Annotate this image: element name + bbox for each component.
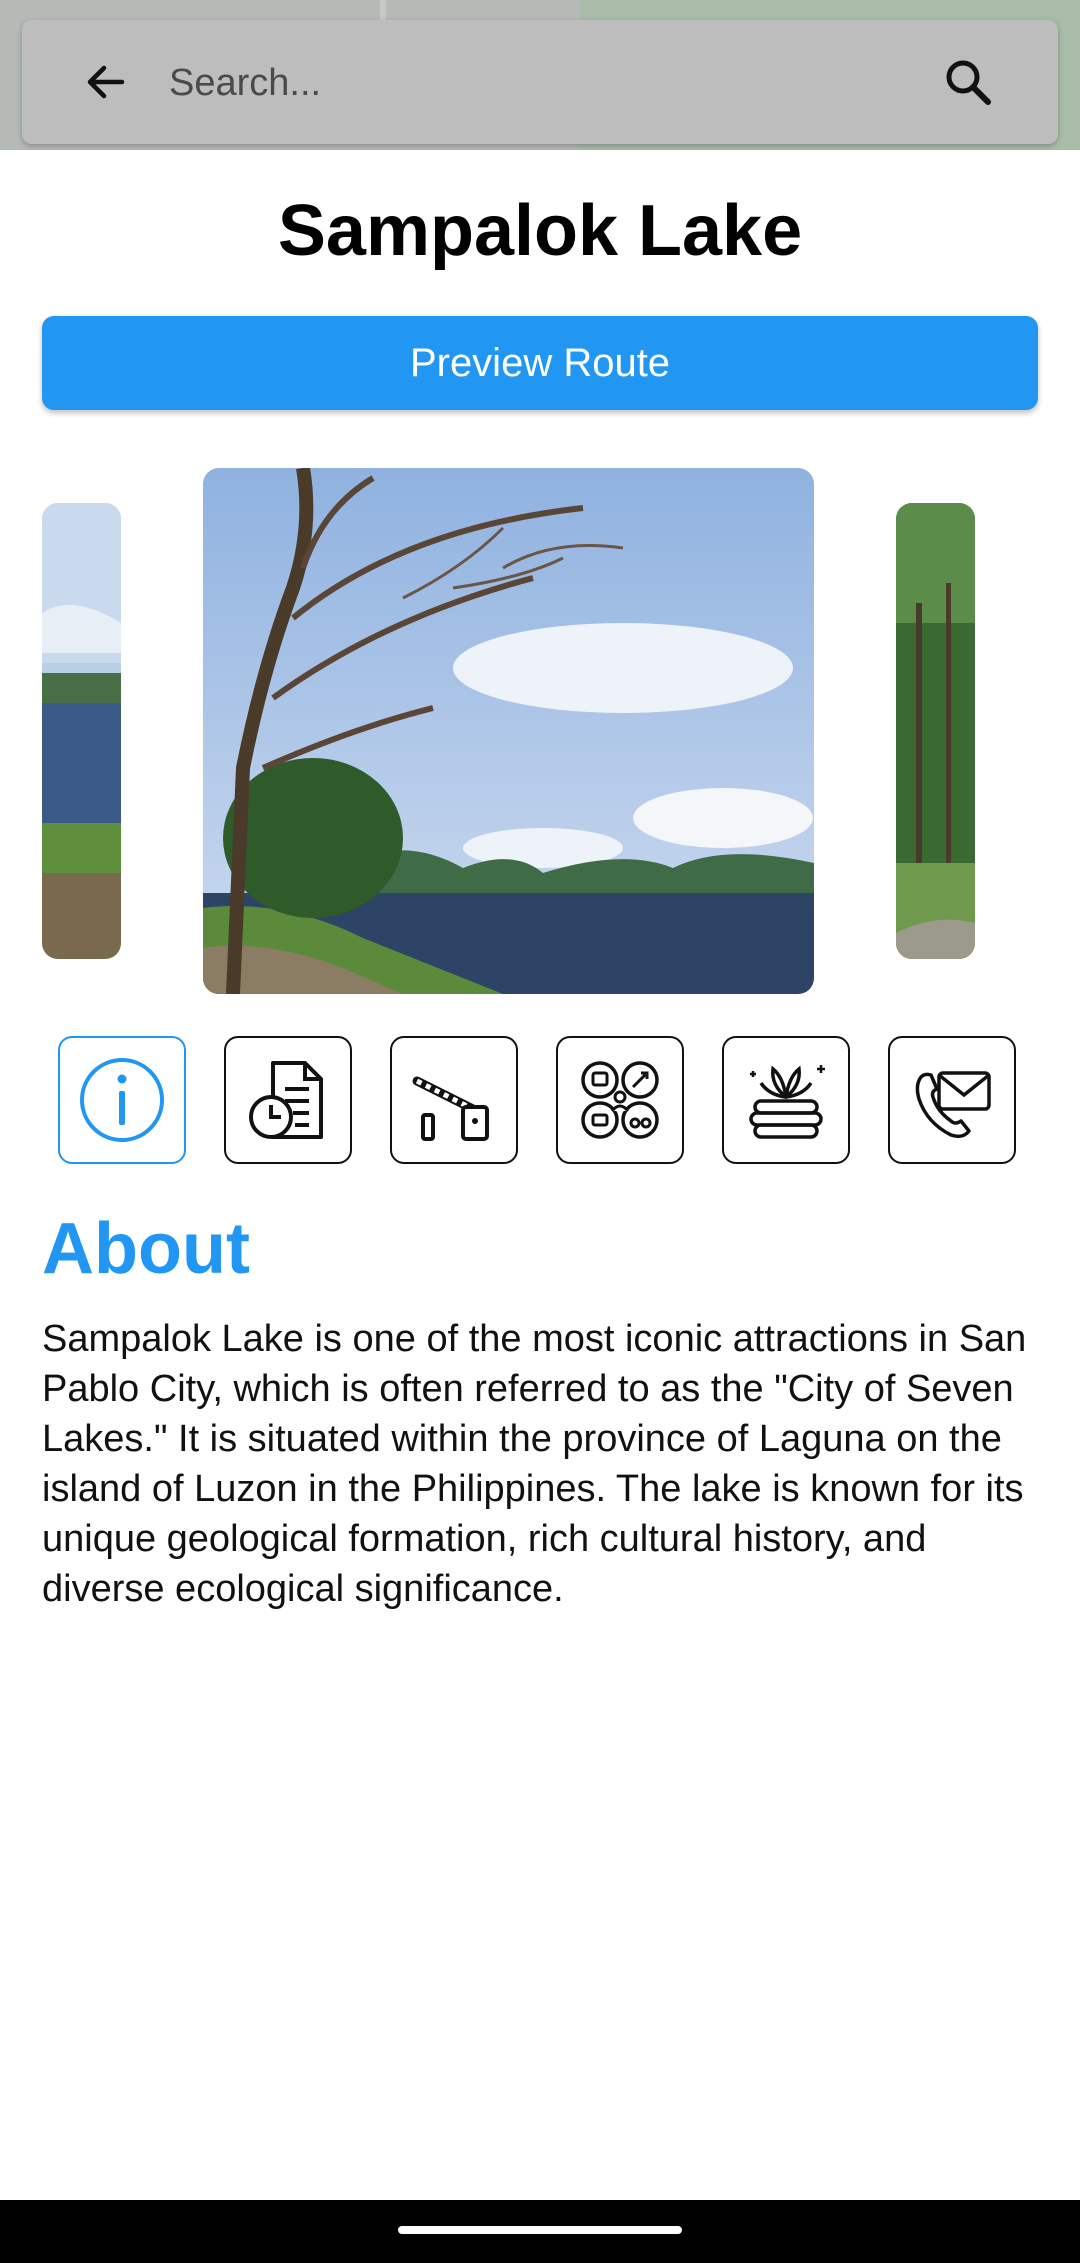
info-tabs — [58, 1036, 1022, 1166]
page-title: Sampalok Lake — [277, 191, 803, 271]
tab-contact[interactable] — [888, 1036, 1016, 1164]
tab-schedule[interactable] — [224, 1036, 352, 1164]
gate-barrier-icon — [412, 1076, 489, 1141]
home-gesture-handle[interactable] — [398, 2226, 682, 2234]
tab-activities[interactable] — [556, 1036, 684, 1164]
about-description: Sampalok Lake is one of the most iconic … — [42, 1318, 1027, 1610]
carousel-photo-current[interactable] — [203, 468, 814, 994]
tab-wellness[interactable] — [722, 1036, 850, 1164]
photo-carousel[interactable] — [0, 468, 1080, 994]
tab-info[interactable] — [58, 1036, 186, 1164]
about-heading: About — [42, 1209, 250, 1289]
carousel-photo-previous[interactable] — [42, 503, 121, 959]
search-input[interactable] — [167, 50, 931, 116]
tab-entrance[interactable] — [390, 1036, 518, 1164]
search-icon[interactable] — [942, 56, 994, 108]
back-arrow-icon[interactable] — [82, 58, 130, 106]
carousel-photo-next[interactable] — [896, 503, 975, 959]
spa-stones-icon — [749, 1065, 825, 1139]
info-icon — [80, 1058, 164, 1142]
document-clock-icon — [249, 1061, 323, 1139]
phone-mail-icon — [915, 1071, 991, 1139]
search-bar — [22, 20, 1058, 144]
preview-route-button[interactable]: Preview Route — [42, 316, 1038, 410]
activities-icon — [581, 1061, 659, 1139]
system-navigation-bar — [0, 2200, 1080, 2263]
